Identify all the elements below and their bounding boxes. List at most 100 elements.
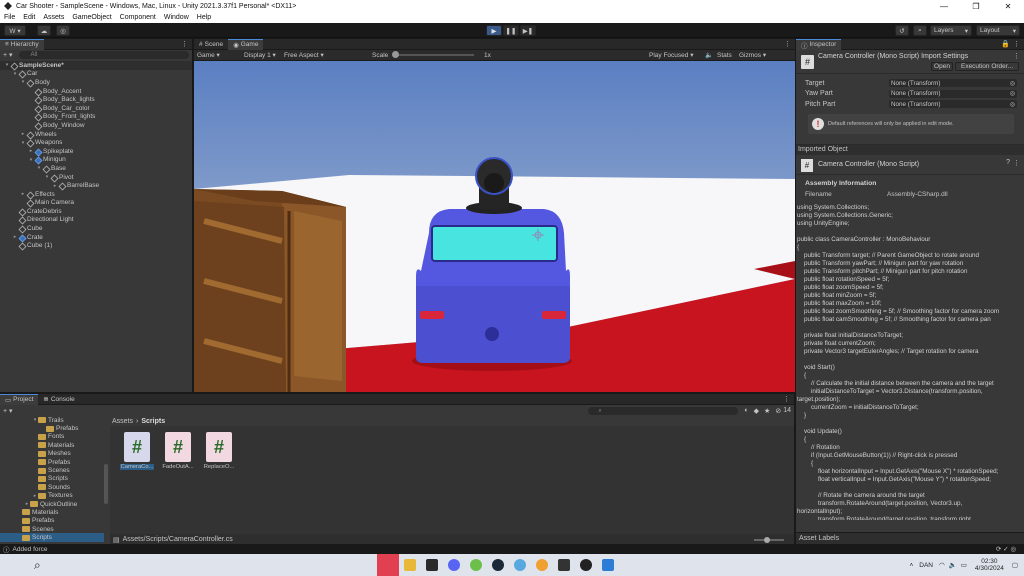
hierarchy-item[interactable]: ▾ Minigun (0, 156, 192, 165)
icon-size-slider[interactable] (754, 536, 784, 543)
speaker-icon[interactable]: 🔈 (949, 561, 957, 569)
hierarchy-item[interactable]: ▾ Base (0, 164, 192, 173)
discord-icon[interactable] (447, 559, 460, 571)
cloud-icon[interactable]: ☁ (37, 25, 51, 36)
hierarchy-item[interactable]: ▸ BarrelBase (0, 181, 192, 190)
hierarchy-item[interactable]: ▾ Weapons (0, 138, 192, 147)
history-icon[interactable]: ↺ (895, 25, 909, 36)
hierarchy-item[interactable]: Body_Back_lights (0, 95, 192, 104)
unity-hub-icon[interactable] (557, 559, 570, 571)
object-picker-icon[interactable]: ◎ (1010, 80, 1015, 87)
visibility-icon[interactable]: ⊘ (775, 407, 781, 415)
project-folder-item[interactable]: ▸ QuickOutline (0, 500, 104, 508)
object-field[interactable]: None (Transform) ◎ (889, 100, 1017, 109)
hierarchy-item[interactable]: Main Camera (0, 199, 192, 208)
mute-icon[interactable]: 🔈 (705, 51, 717, 59)
scale-slider-handle[interactable] (392, 51, 399, 58)
asset-item[interactable]: # FadeOutA... (159, 432, 197, 470)
project-folder-item[interactable]: Scripts (0, 475, 104, 483)
steam-icon[interactable] (491, 559, 504, 571)
breadcrumb-assets[interactable]: Assets (112, 418, 133, 425)
pause-button[interactable]: ❚❚ (503, 25, 519, 36)
hierarchy-item[interactable]: Cube (0, 224, 192, 233)
layers-dropdown[interactable]: Layers ▾ (930, 25, 972, 36)
game-viewport[interactable] (194, 61, 795, 392)
more-options-icon[interactable]: ⋮ (783, 395, 790, 403)
tab-scene[interactable]: # Scene (194, 39, 228, 50)
more-options-icon[interactable]: ⋮ (784, 40, 791, 48)
project-folder-item[interactable]: Fonts (0, 433, 104, 441)
add-icon[interactable]: + ▾ (3, 407, 13, 415)
project-search-input[interactable]: ⌕ (588, 406, 739, 415)
open-button[interactable]: Open (931, 62, 953, 71)
search-icon[interactable]: ⌕ (913, 25, 927, 36)
menu-help[interactable]: Help (197, 14, 211, 21)
collab-icon[interactable]: ◎ (56, 25, 70, 36)
hierarchy-item[interactable]: ▾ SampleScene* (0, 61, 192, 70)
hierarchy-item[interactable]: Body_Window (0, 121, 192, 130)
project-folder-item[interactable]: Meshes (0, 450, 104, 458)
project-folder-item[interactable]: Prefabs (0, 458, 104, 466)
display-dropdown[interactable]: Display 1 ▾ (244, 51, 284, 59)
hierarchy-item[interactable]: Cube (1) (0, 241, 192, 250)
display-mode-dropdown[interactable]: Game ▾ (194, 51, 244, 59)
asset-item[interactable]: # CameraCo... (118, 432, 156, 470)
menu-file[interactable]: File (4, 14, 15, 21)
project-folder-item[interactable]: ▸ Textures (0, 492, 104, 500)
hierarchy-item[interactable]: ▾ Car (0, 70, 192, 79)
app-green-icon[interactable] (469, 559, 482, 571)
object-picker-icon[interactable]: ◎ (1010, 90, 1015, 97)
minimize-button[interactable]: — (928, 2, 960, 11)
filter-label-icon[interactable]: ◆ (754, 407, 759, 415)
hierarchy-item[interactable]: Body_Car_color (0, 104, 192, 113)
hierarchy-item[interactable]: Directional Light (0, 216, 192, 225)
play-mode-dropdown[interactable]: Play Focused ▾ (649, 51, 705, 59)
tree-scrollbar[interactable] (104, 464, 108, 504)
unity-icon[interactable] (579, 559, 592, 571)
menu-window[interactable]: Window (164, 14, 189, 21)
app-red-icon[interactable] (376, 554, 399, 576)
play-button[interactable]: ▶ (486, 25, 502, 36)
more-options-icon[interactable]: ⋮ (1013, 159, 1020, 167)
step-button[interactable]: ▶❚ (520, 25, 536, 36)
lock-icon[interactable]: 🔒 (1001, 40, 1010, 48)
chevron-up-icon[interactable]: ˄ (909, 562, 913, 569)
notifications-icon[interactable]: ▢ (1012, 561, 1018, 569)
scale-slider[interactable] (392, 51, 474, 58)
breadcrumb-scripts[interactable]: Scripts (141, 418, 165, 425)
more-options-icon[interactable]: ⋮ (181, 40, 188, 48)
terminal-icon[interactable] (425, 559, 438, 571)
hierarchy-item[interactable]: ▾ Pivot (0, 173, 192, 182)
hierarchy-item[interactable]: Body_Accent (0, 87, 192, 96)
tab-project[interactable]: ▭ Project (0, 393, 39, 405)
execution-order-button[interactable]: Execution Order... (955, 62, 1019, 71)
project-folder-item[interactable]: Materials (0, 441, 104, 449)
language-indicator[interactable]: DAN (919, 562, 933, 569)
project-folder-item[interactable]: Prefabs (0, 424, 104, 432)
menu-assets[interactable]: Assets (43, 14, 64, 21)
hierarchy-search-input[interactable]: All (18, 51, 189, 59)
close-button[interactable]: ✕ (992, 2, 1024, 11)
maximize-button[interactable]: ❐ (960, 2, 992, 11)
clock[interactable]: 02:30 4/30/2024 (975, 558, 1004, 572)
hierarchy-item[interactable]: Body_Front_lights (0, 113, 192, 122)
project-folder-item[interactable]: ▾ Trails (0, 416, 104, 424)
layout-dropdown[interactable]: Layout ▾ (976, 25, 1020, 36)
gizmos-button[interactable]: Gizmos ▾ (739, 51, 766, 59)
object-picker-icon[interactable]: ◎ (1010, 101, 1015, 108)
tab-game[interactable]: ◉ Game (228, 38, 264, 50)
filter-type-icon[interactable]: ◐ (744, 407, 748, 414)
more-options-icon[interactable]: ⋮ (1013, 40, 1020, 48)
status-message[interactable]: Added force (13, 546, 48, 553)
project-folder-item[interactable]: Scripts (0, 533, 104, 542)
tab-hierarchy[interactable]: ≡ Hierarchy (0, 38, 44, 50)
hierarchy-item[interactable]: ▸ Wheels (0, 130, 192, 139)
project-folder-item[interactable]: Scenes (0, 525, 104, 533)
project-folder-item[interactable]: Scenes (0, 466, 104, 474)
project-folder-item[interactable]: Materials (0, 508, 104, 516)
weather-icon[interactable] (513, 559, 526, 571)
hierarchy-item[interactable]: ▾ Body (0, 78, 192, 87)
file-explorer-icon[interactable] (403, 559, 416, 571)
hierarchy-item[interactable]: ▸ Effects (0, 190, 192, 199)
object-field[interactable]: None (Transform) ◎ (889, 89, 1017, 98)
